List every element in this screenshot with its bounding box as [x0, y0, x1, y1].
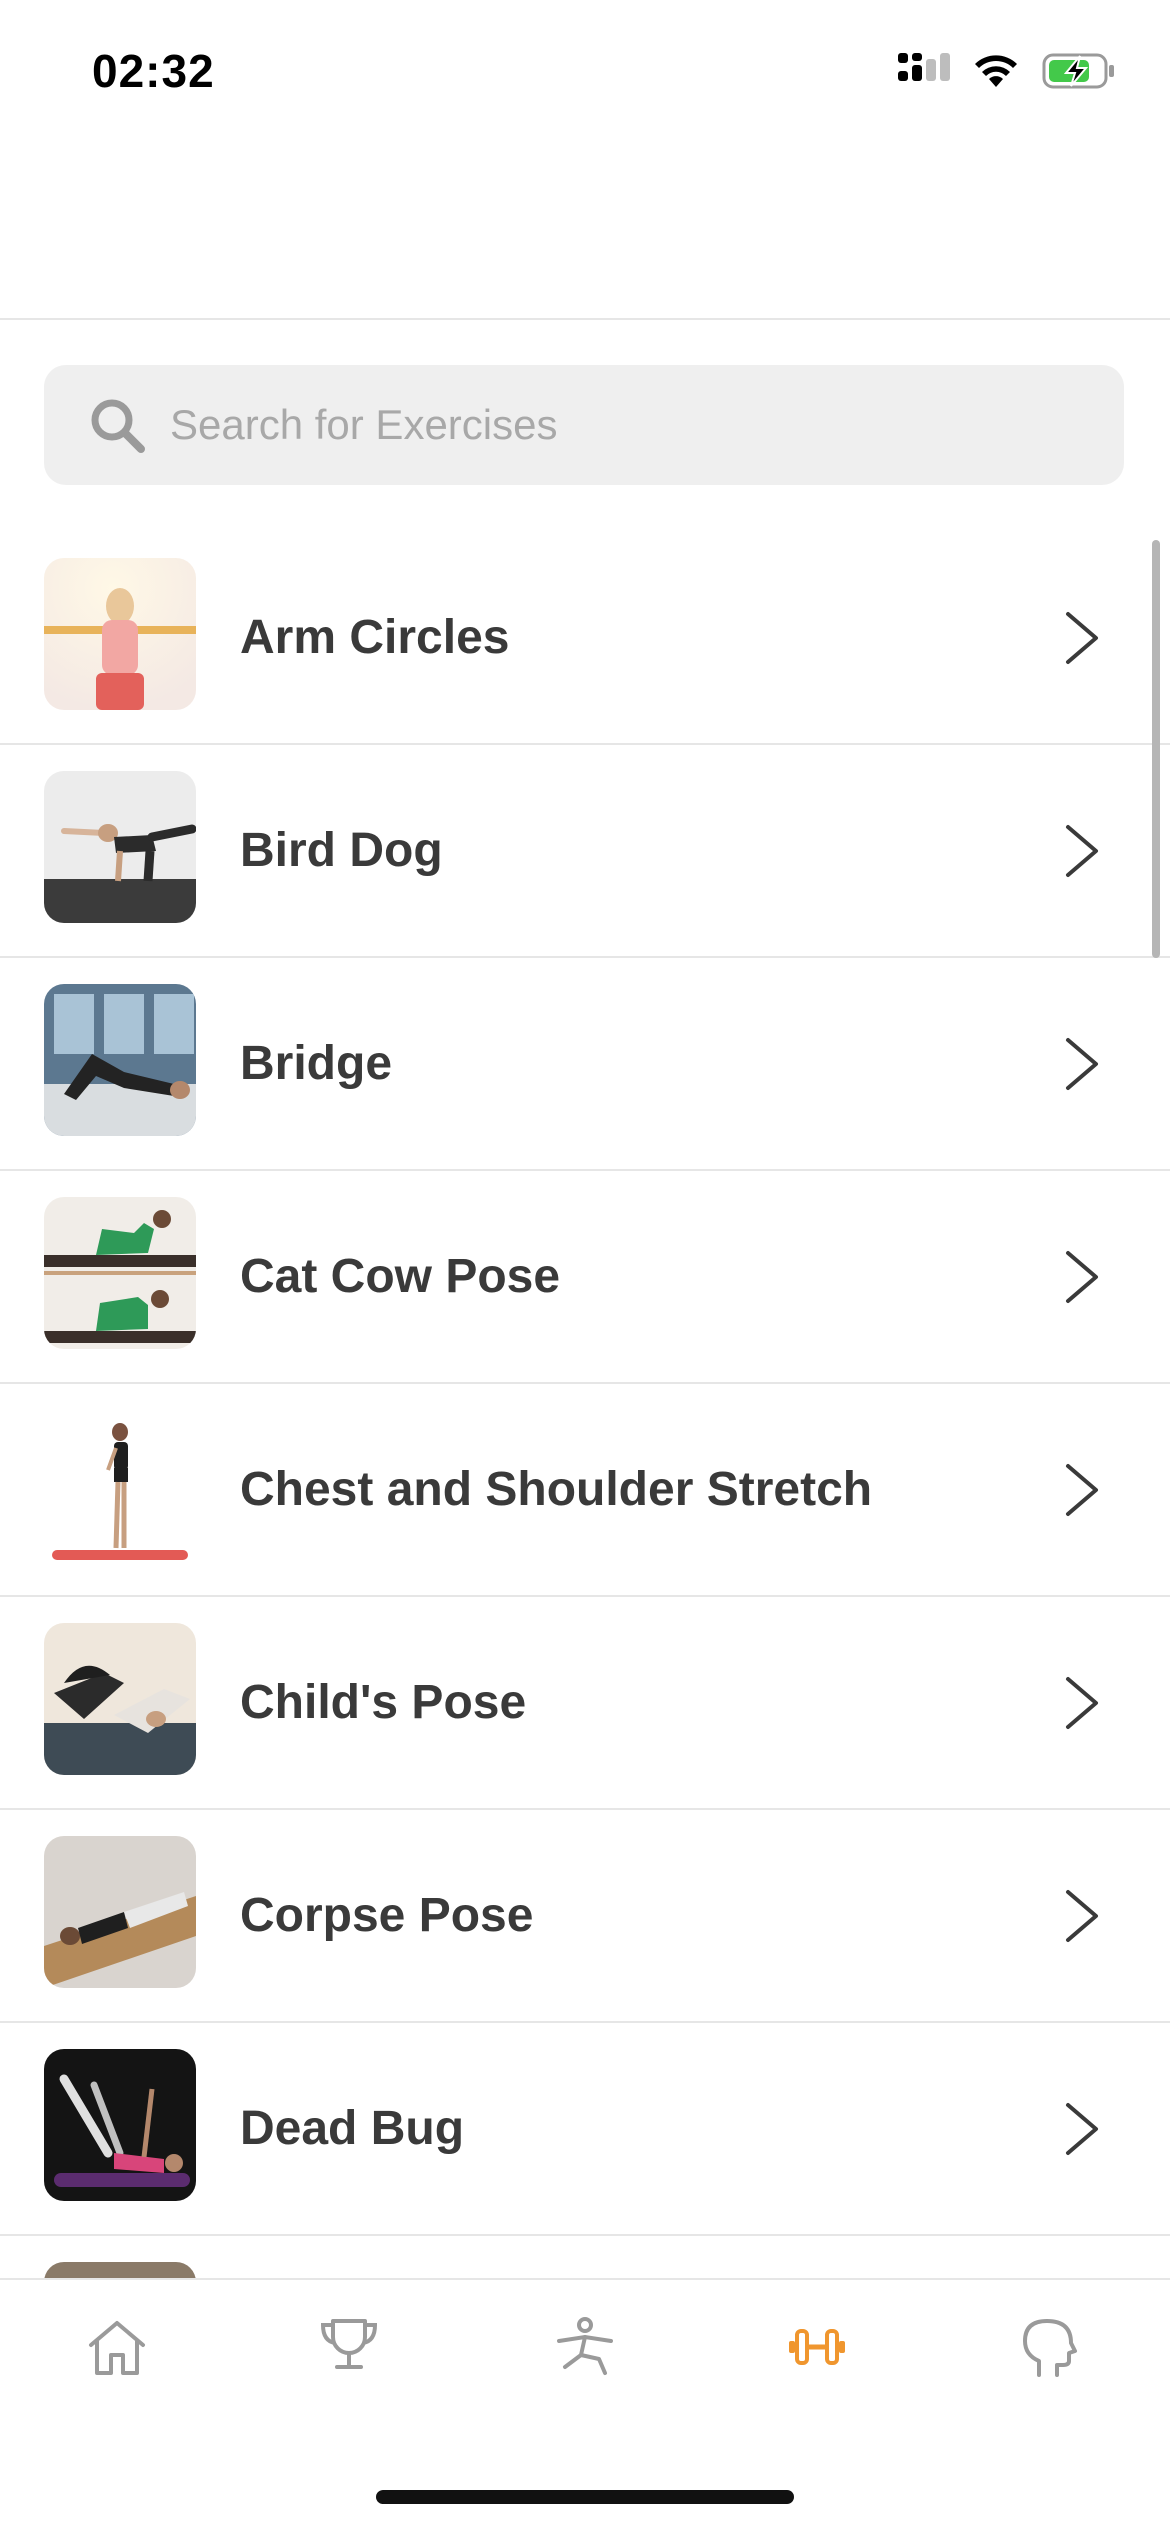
- search-input[interactable]: Search for Exercises: [44, 365, 1124, 485]
- exercise-thumbnail: [44, 1836, 196, 1988]
- exercise-row-corpse-pose[interactable]: Corpse Pose: [0, 1810, 1170, 2023]
- battery-charging-icon: [1042, 53, 1114, 89]
- exercise-row-dead-bug[interactable]: Dead Bug: [0, 2023, 1170, 2236]
- exercise-row-cat-cow-pose[interactable]: Cat Cow Pose: [0, 1171, 1170, 1384]
- chevron-right-icon: [1066, 1250, 1098, 1303]
- stretch-figure-icon: [557, 2317, 613, 2375]
- exercise-name: Child's Pose: [240, 1676, 527, 1729]
- exercise-thumbnail: [44, 2049, 196, 2201]
- home-indicator: [376, 2490, 794, 2504]
- wifi-icon: [975, 55, 1017, 87]
- exercise-name: Chest and Shoulder Stretch: [240, 1463, 873, 1516]
- chevron-right-icon: [1066, 1463, 1098, 1516]
- exercise-thumbnail: [44, 771, 196, 923]
- exercise-thumbnail: [44, 1197, 196, 1349]
- tab-workouts[interactable]: [772, 2302, 862, 2392]
- exercise-row-bridge[interactable]: Bridge: [0, 958, 1170, 1171]
- exercise-row-bird-dog[interactable]: Bird Dog: [0, 745, 1170, 958]
- scrollbar[interactable]: [1152, 540, 1160, 958]
- tab-trophy[interactable]: [304, 2302, 394, 2392]
- chevron-right-icon: [1066, 1676, 1098, 1729]
- cellular-signal-icon: [898, 53, 950, 81]
- home-icon: [89, 2321, 145, 2375]
- chevron-right-icon: [1066, 1037, 1098, 1090]
- tab-home[interactable]: [72, 2302, 162, 2392]
- exercise-thumbnail: [44, 984, 196, 1136]
- search-icon: [91, 399, 145, 453]
- status-icons: [898, 52, 1116, 90]
- chevron-right-icon: [1066, 611, 1098, 664]
- exercise-row-chest-and-shoulder-stretch[interactable]: Chest and Shoulder Stretch: [0, 1384, 1170, 1597]
- exercise-list: Arm Circles Bird Dog Bridge Cat Cow Pose…: [0, 532, 1170, 2302]
- dumbbell-icon: [789, 2329, 845, 2365]
- exercise-row-childs-pose[interactable]: Child's Pose: [0, 1597, 1170, 1810]
- exercise-row-arm-circles[interactable]: Arm Circles: [0, 532, 1170, 745]
- exercise-name: Arm Circles: [240, 611, 510, 664]
- tab-mind[interactable]: [1004, 2302, 1094, 2392]
- trophy-icon: [320, 2319, 378, 2369]
- chevron-right-icon: [1066, 824, 1098, 877]
- status-time: 02:32: [92, 45, 215, 97]
- status-bar: 02:32: [0, 0, 1170, 150]
- navigation-header: [0, 150, 1170, 320]
- exercise-name: Dead Bug: [240, 2102, 465, 2155]
- search-placeholder: Search for Exercises: [170, 401, 558, 448]
- exercise-name: Corpse Pose: [240, 1889, 534, 1942]
- exercise-thumbnail: [44, 1410, 196, 1562]
- head-icon: [1023, 2319, 1077, 2377]
- exercise-thumbnail: [44, 558, 196, 710]
- tab-stretch[interactable]: [540, 2302, 630, 2392]
- exercise-name: Bird Dog: [240, 824, 443, 877]
- exercise-name: Cat Cow Pose: [240, 1250, 561, 1303]
- exercise-thumbnail: [44, 1623, 196, 1775]
- exercise-name: Bridge: [240, 1037, 393, 1090]
- chevron-right-icon: [1066, 1889, 1098, 1942]
- chevron-right-icon: [1066, 2102, 1098, 2155]
